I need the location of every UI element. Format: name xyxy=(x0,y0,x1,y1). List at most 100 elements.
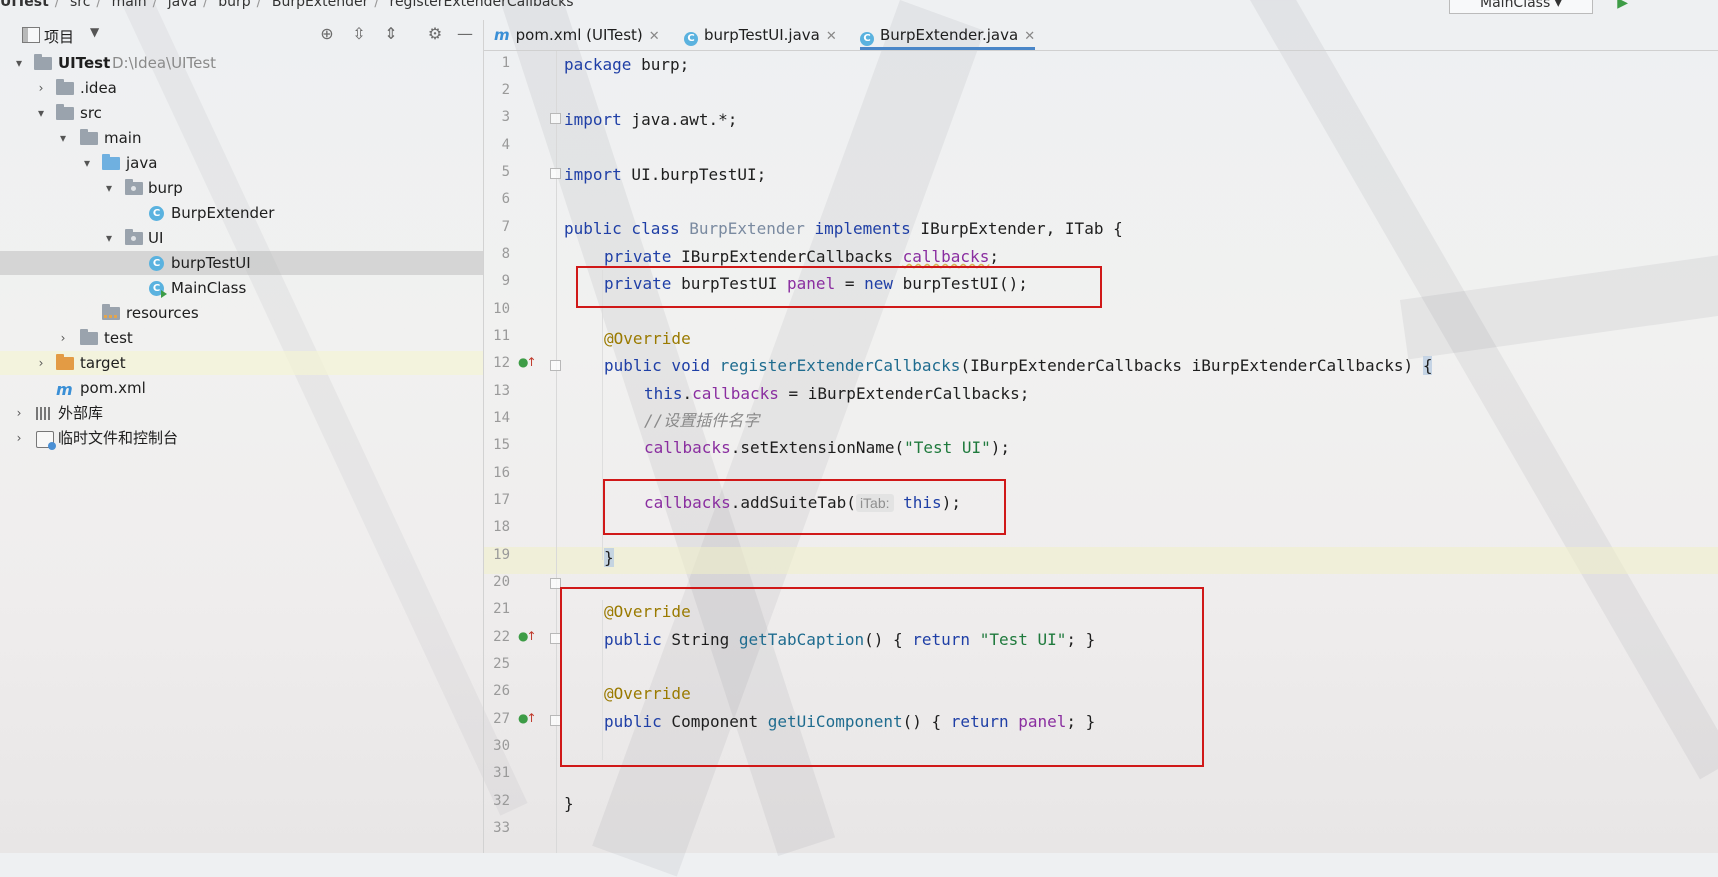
code-token: java.awt.*; xyxy=(621,110,738,129)
implements-method-icon[interactable]: ●↑ xyxy=(518,629,537,643)
code-line: package burp; xyxy=(564,51,689,78)
run-config-label: MainClass xyxy=(1480,0,1551,11)
tree-item-burpextender[interactable]: C BurpExtender xyxy=(0,201,483,225)
line-number: 10 xyxy=(493,301,510,317)
breadcrumb-item[interactable]: registerExtenderCallbacks xyxy=(390,0,574,10)
tab-burpextender-java[interactable]: C BurpExtender.java ✕ xyxy=(860,20,1036,50)
chevron-down-icon[interactable]: ▾ xyxy=(102,226,116,250)
code-token: () xyxy=(864,630,893,649)
java-class-icon: C xyxy=(149,206,164,221)
breadcrumb-item[interactable]: java xyxy=(168,0,197,10)
project-panel-title[interactable]: 项目 xyxy=(44,26,74,47)
implements-method-icon[interactable]: ●↑ xyxy=(518,355,537,369)
code-line: //设置插件名字 xyxy=(644,407,759,434)
code-token: "Test UI" xyxy=(979,630,1067,649)
minimize-icon[interactable]: — xyxy=(454,23,476,45)
code-line: @Override xyxy=(604,325,691,352)
chevron-down-icon[interactable]: ▼ xyxy=(90,25,99,39)
editor-tabs: m pom.xml (UITest) ✕ CburpTestUI.java ✕ C Bu… xyxy=(484,20,1718,51)
fold-icon[interactable] xyxy=(550,715,561,726)
tree-item-main[interactable]: ▾ main xyxy=(0,126,483,150)
tree-item-mainclass[interactable]: C MainClass xyxy=(0,276,483,300)
breadcrumb-item[interactable]: BurpExtender xyxy=(272,0,368,10)
close-icon[interactable]: ✕ xyxy=(826,29,837,44)
tree-item-burptestui[interactable]: C burpTestUI xyxy=(0,251,483,275)
line-number: 3 xyxy=(501,109,510,125)
maven-icon: m xyxy=(56,380,73,399)
breadcrumb-item[interactable]: main xyxy=(112,0,147,10)
code-line: callbacks.addSuiteTab(iTab: this); xyxy=(644,489,961,516)
folder-icon xyxy=(80,329,98,345)
chevron-right-icon[interactable]: › xyxy=(12,401,26,425)
tree-item-label: UITest xyxy=(58,54,111,72)
fold-icon[interactable] xyxy=(550,113,561,124)
line-number: 1 xyxy=(501,55,510,71)
code-token: this xyxy=(644,384,683,403)
chevron-down-icon[interactable]: ▾ xyxy=(34,101,48,125)
breadcrumb-item[interactable]: src xyxy=(70,0,90,10)
expand-all-icon[interactable]: ⇳ xyxy=(348,23,370,45)
code-area[interactable]: package burp; import java.awt.*; import … xyxy=(564,51,1714,853)
tree-item-path: D:\Idea\UITest xyxy=(112,54,217,72)
tree-item-idea[interactable]: › .idea xyxy=(0,76,483,100)
line-number: 7 xyxy=(501,219,510,235)
tab-pom-xml[interactable]: m pom.xml (UITest) ✕ xyxy=(494,20,660,50)
tree-item-src[interactable]: ▾ src xyxy=(0,101,483,125)
line-number: 14 xyxy=(493,410,510,426)
close-icon[interactable]: ✕ xyxy=(1024,29,1035,44)
chevron-right-icon[interactable]: › xyxy=(34,351,48,375)
code-token: new xyxy=(864,274,894,293)
code-line: public void registerExtenderCallbacks(IB… xyxy=(604,352,1433,379)
implements-method-icon[interactable]: ●↑ xyxy=(518,711,537,725)
tab-burptestui-java[interactable]: CburpTestUI.java ✕ xyxy=(684,20,837,50)
code-token: . xyxy=(682,384,693,403)
code-line: private burpTestUI panel = new burpTestU… xyxy=(604,270,1028,297)
code-token: @Override xyxy=(604,329,691,348)
tree-item-target[interactable]: › target xyxy=(0,351,483,375)
run-icon[interactable]: ▶ xyxy=(1617,0,1628,11)
tree-item-resources[interactable]: resources xyxy=(0,301,483,325)
code-token: .setExtensionName( xyxy=(730,438,905,457)
tree-item-java[interactable]: ▾ java xyxy=(0,151,483,175)
line-number: 20 xyxy=(493,574,510,590)
project-panel-header: 项目 ▼ ⊕ ⇳ ⇕ ⚙ — xyxy=(0,20,483,50)
tree-item-burp[interactable]: ▾ burp xyxy=(0,176,483,200)
close-icon[interactable]: ✕ xyxy=(649,29,660,44)
fold-icon[interactable] xyxy=(550,360,561,371)
fold-icon[interactable] xyxy=(550,633,561,644)
chevron-right-icon[interactable]: › xyxy=(12,426,26,450)
fold-icon[interactable] xyxy=(550,578,561,589)
code-token: @Override xyxy=(604,684,691,703)
fold-icon[interactable] xyxy=(550,168,561,179)
tree-item-ui[interactable]: ▾ UI xyxy=(0,226,483,250)
code-token: ); xyxy=(990,438,1011,457)
line-number: 4 xyxy=(501,137,510,153)
code-token: callbacks xyxy=(902,247,990,266)
tree-item-external-libraries[interactable]: › 外部库 xyxy=(0,401,483,425)
chevron-down-icon[interactable]: ▾ xyxy=(56,126,70,150)
chevron-down-icon[interactable]: ▾ xyxy=(12,51,26,75)
line-number: 32 xyxy=(493,793,510,809)
code-line: public class BurpExtender implements IBu… xyxy=(564,215,1123,242)
code-token: IBurpExtenderCallbacks xyxy=(671,247,903,266)
chevron-down-icon[interactable]: ▾ xyxy=(80,151,94,175)
gear-icon[interactable]: ⚙ xyxy=(424,23,446,45)
run-config-select[interactable]: MainClass ▾ xyxy=(1449,0,1593,14)
crosshair-icon[interactable]: ⊕ xyxy=(316,23,338,45)
tree-item-test[interactable]: › test xyxy=(0,326,483,350)
chevron-right-icon[interactable]: › xyxy=(34,76,48,100)
code-token: ); xyxy=(941,493,961,512)
breadcrumb-item[interactable]: burp xyxy=(218,0,250,10)
chevron-down-icon[interactable]: ▾ xyxy=(102,176,116,200)
breadcrumb-item[interactable]: UITest xyxy=(0,0,49,10)
collapse-all-icon[interactable]: ⇕ xyxy=(380,23,402,45)
tree-item-uitest[interactable]: ▾ UITest D:\Idea\UITest xyxy=(0,51,483,75)
code-token: callbacks xyxy=(692,384,779,403)
code-token: ; xyxy=(989,247,999,266)
code-line: this.callbacks = iBurpExtenderCallbacks; xyxy=(644,380,1029,407)
tree-item-scratches[interactable]: › 临时文件和控制台 xyxy=(0,426,483,450)
code-token: (IBurpExtenderCallbacks iBurpExtenderCal… xyxy=(960,356,1423,375)
tree-item-pom[interactable]: m pom.xml xyxy=(0,376,483,400)
chevron-right-icon[interactable]: › xyxy=(56,326,70,350)
code-line: import UI.burpTestUI; xyxy=(564,161,766,188)
